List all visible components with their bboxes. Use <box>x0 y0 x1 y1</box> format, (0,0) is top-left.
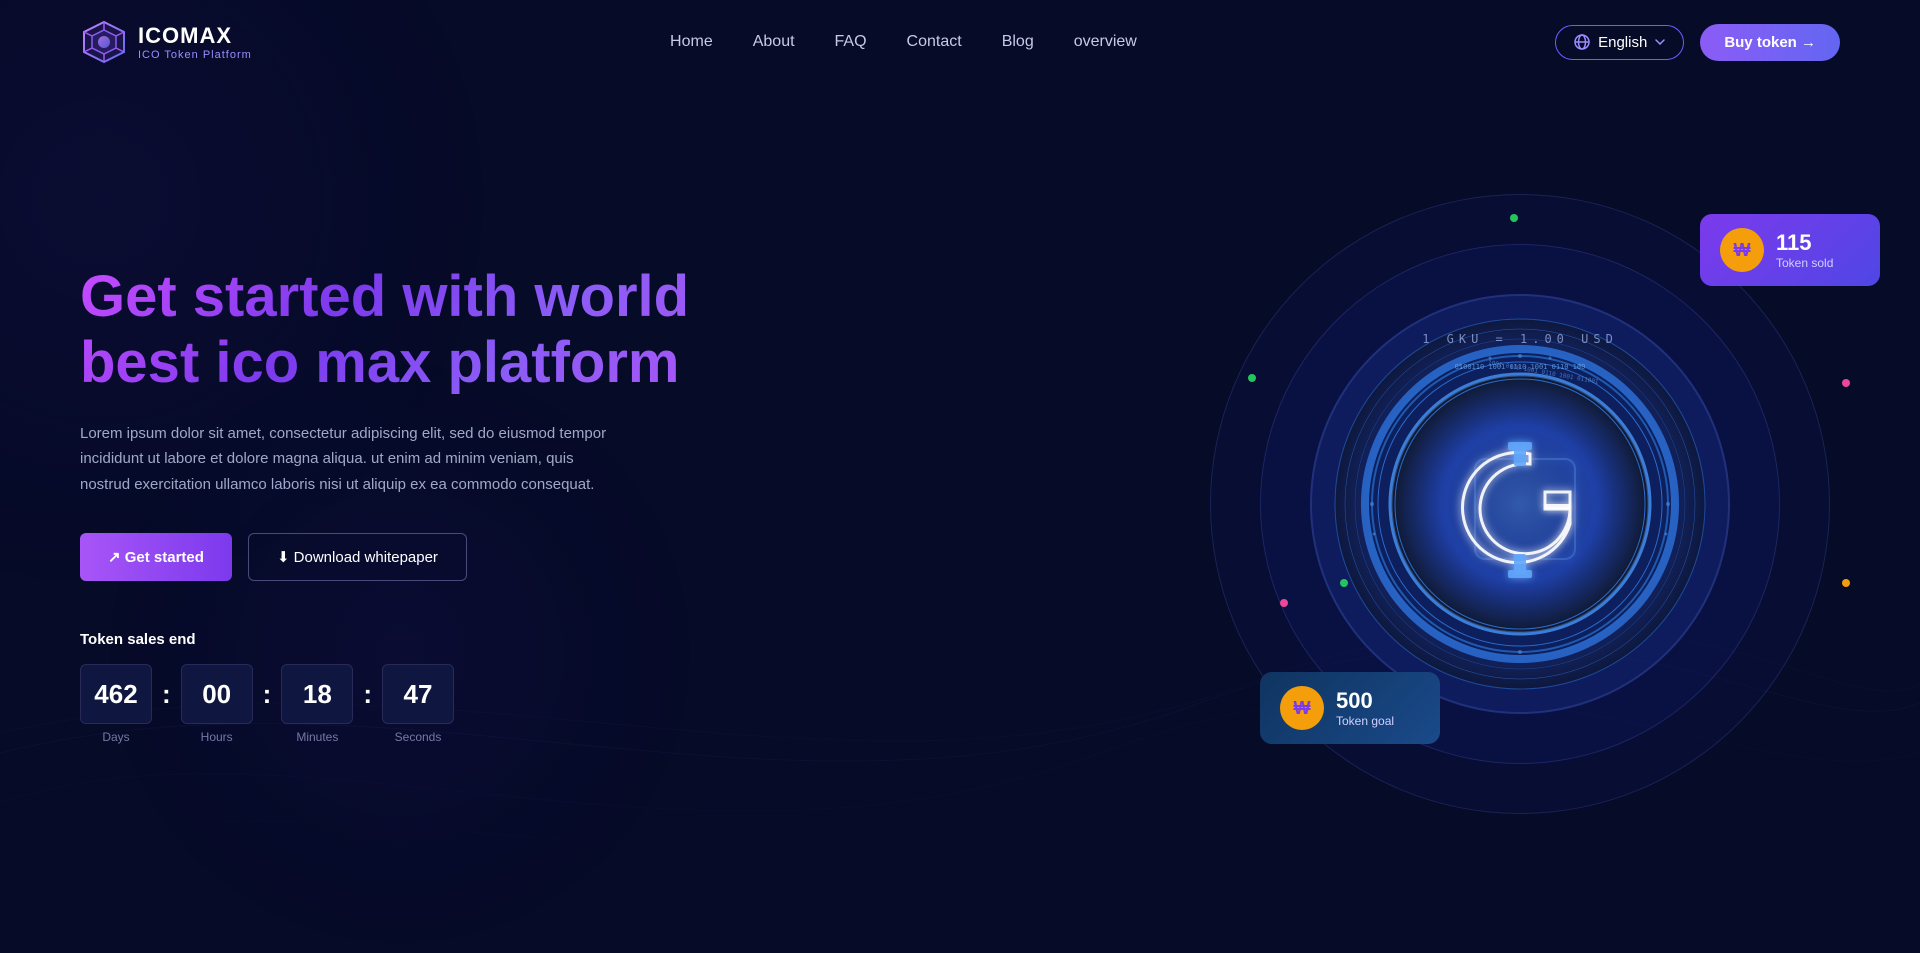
accent-dot-pink-right <box>1842 379 1850 387</box>
accent-dot-green-top <box>1510 214 1518 222</box>
download-whitepaper-label: ⬇ Download whitepaper <box>277 548 438 566</box>
get-started-label: ↗ Get started <box>108 548 204 566</box>
buy-token-label: Buy token → <box>1724 34 1816 51</box>
globe-icon <box>1574 34 1590 50</box>
token-goal-card: ₩ 500 Token goal <box>1260 672 1440 744</box>
brand-subtitle: ICO Token Platform <box>138 49 252 61</box>
hero-description: Lorem ipsum dolor sit amet, consectetur … <box>80 421 620 498</box>
hero-content: Get started with world best ico max plat… <box>80 264 700 745</box>
token-sold-info: 115 Token sold <box>1776 230 1833 270</box>
countdown-label: Token sales end <box>80 631 700 648</box>
brand-name: ICOMAX <box>138 23 252 49</box>
days-value: 462 <box>80 664 152 724</box>
token-sold-card: ₩ 115 Token sold <box>1700 214 1880 286</box>
countdown-timer: 462 Days : 00 Hours : 18 Minutes : 47 Se… <box>80 664 700 744</box>
days-unit: 462 Days <box>80 664 152 744</box>
token-sold-icon: ₩ <box>1720 228 1764 272</box>
hero-buttons: ↗ Get started ⬇ Download whitepaper <box>80 533 700 581</box>
accent-dot-green-left <box>1248 374 1256 382</box>
nav-about[interactable]: About <box>753 33 795 50</box>
accent-dot-green-bottom <box>1340 579 1348 587</box>
logo[interactable]: ICOMAX ICO Token Platform <box>80 18 252 66</box>
nav-faq[interactable]: FAQ <box>835 33 867 50</box>
separator-2: : <box>263 679 272 710</box>
separator-3: : <box>363 679 372 710</box>
nav-actions: English Buy token → <box>1555 24 1840 61</box>
download-whitepaper-button[interactable]: ⬇ Download whitepaper <box>248 533 467 581</box>
token-goal-number: 500 <box>1336 688 1394 714</box>
coin-graphic: 0100110 1001 0110 1001 0110 100 1001 011… <box>1330 314 1710 694</box>
seconds-unit: 47 Seconds <box>382 664 454 744</box>
nav-overview[interactable]: overview <box>1074 33 1137 50</box>
nav-contact[interactable]: Contact <box>907 33 962 50</box>
get-started-button[interactable]: ↗ Get started <box>80 533 232 581</box>
coin-svg: 0100110 1001 0110 1001 0110 100 1001 011… <box>1330 314 1710 694</box>
minutes-label: Minutes <box>296 730 338 744</box>
language-label: English <box>1598 34 1647 51</box>
minutes-value: 18 <box>281 664 353 724</box>
token-goal-label: Token goal <box>1336 714 1394 728</box>
token-sold-number: 115 <box>1776 230 1833 256</box>
language-selector[interactable]: English <box>1555 25 1684 60</box>
days-label: Days <box>102 730 129 744</box>
accent-dot-yellow <box>1842 579 1850 587</box>
nav-home[interactable]: Home <box>670 33 713 50</box>
nav-blog[interactable]: Blog <box>1002 33 1034 50</box>
buy-token-button[interactable]: Buy token → <box>1700 24 1840 61</box>
seconds-label: Seconds <box>395 730 442 744</box>
minutes-unit: 18 Minutes <box>281 664 353 744</box>
separator-1: : <box>162 679 171 710</box>
chevron-down-icon <box>1655 39 1665 45</box>
hours-unit: 00 Hours <box>181 664 253 744</box>
hours-label: Hours <box>201 730 233 744</box>
token-goal-icon: ₩ <box>1280 686 1324 730</box>
navbar: ICOMAX ICO Token Platform Home About FAQ… <box>0 0 1920 84</box>
token-sold-label: Token sold <box>1776 256 1833 270</box>
coin-visual: 0100110 1001 0110 1001 0110 100 1001 011… <box>1200 184 1840 824</box>
hero-section: Get started with world best ico max plat… <box>0 84 1920 904</box>
hours-value: 00 <box>181 664 253 724</box>
logo-icon <box>80 18 128 66</box>
accent-dot-pink <box>1280 599 1288 607</box>
seconds-value: 47 <box>382 664 454 724</box>
nav-menu: Home About FAQ Contact Blog overview <box>670 33 1137 51</box>
hero-title: Get started with world best ico max plat… <box>80 264 700 397</box>
exchange-rate: 1 GKU = 1.00 USD <box>1422 332 1618 346</box>
token-goal-info: 500 Token goal <box>1336 688 1394 728</box>
